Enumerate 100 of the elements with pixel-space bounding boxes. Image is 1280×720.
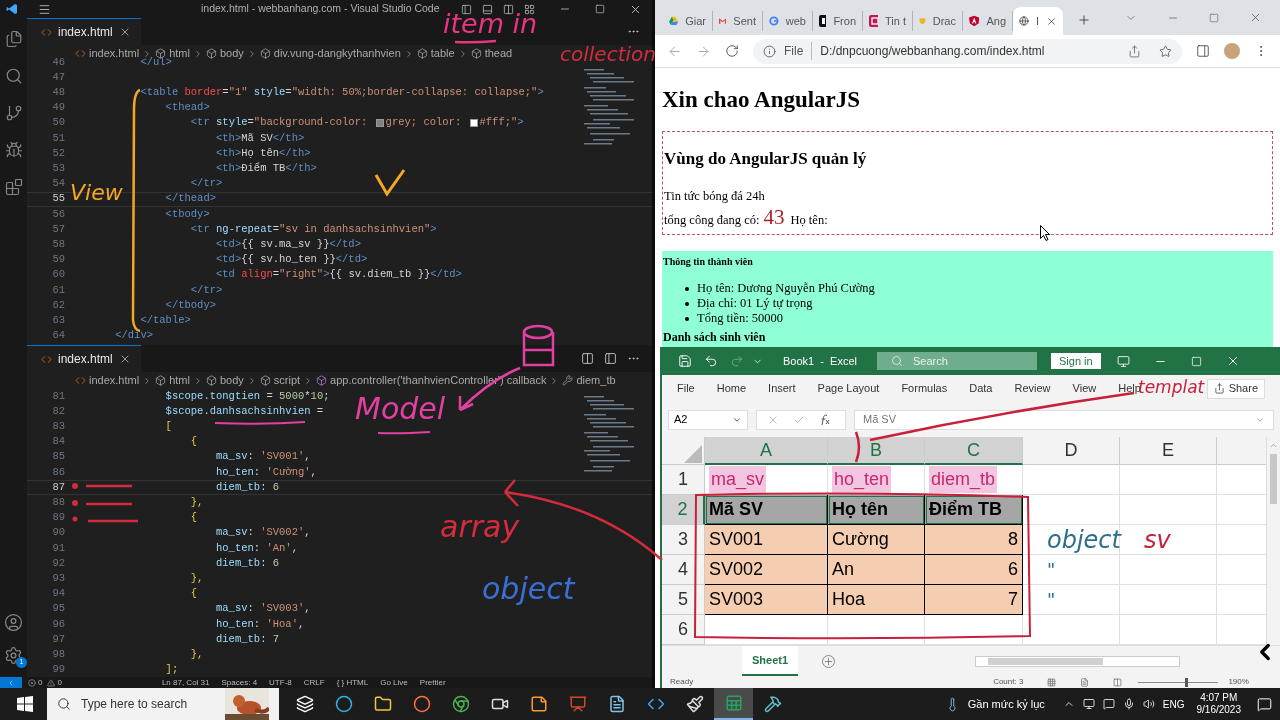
- ribbon-tab[interactable]: Review: [1014, 380, 1051, 397]
- cell[interactable]: ma_sv: [705, 465, 828, 495]
- tray-icon[interactable]: [1082, 698, 1095, 710]
- horizontal-scrollbar[interactable]: [975, 655, 1181, 667]
- weather-text[interactable]: Gần mức kỷ lục: [967, 695, 1045, 713]
- zoom-slider-thumb[interactable]: [1184, 677, 1188, 687]
- column-header[interactable]: C: [925, 437, 1023, 465]
- breadcrumb-item[interactable]: diem_tb: [576, 372, 616, 389]
- ribbon-tab[interactable]: Page Layout: [817, 380, 880, 397]
- browser-tab[interactable]: Sent: [713, 11, 763, 31]
- status-item[interactable]: UTF-8: [269, 677, 292, 688]
- editor-tab[interactable]: index.html: [27, 345, 141, 372]
- language-indicator[interactable]: ENG: [1162, 696, 1185, 712]
- formula-bar[interactable]: Mã SV: [854, 409, 1274, 430]
- browser-tab[interactable]: web: [763, 11, 813, 31]
- ribbon-tab[interactable]: Insert: [768, 380, 796, 397]
- reload-icon[interactable]: [725, 44, 739, 58]
- status-item[interactable]: Prettier: [419, 677, 446, 688]
- panel-icon[interactable]: [604, 352, 617, 365]
- breadcrumb-item[interactable]: table: [430, 45, 455, 62]
- cell[interactable]: 7: [925, 585, 1023, 615]
- undo-icon[interactable]: [704, 354, 718, 368]
- cell[interactable]: ": [1023, 555, 1120, 585]
- status-item[interactable]: Ln 87, Col 31: [161, 677, 210, 688]
- breadcrumb-item[interactable]: html: [169, 372, 190, 389]
- editor-tab[interactable]: index.html: [27, 18, 141, 45]
- cell[interactable]: [1120, 495, 1217, 525]
- cell[interactable]: SV003: [705, 585, 828, 615]
- maximize-icon[interactable]: [595, 4, 605, 14]
- ribbon-display-icon[interactable]: [1116, 354, 1130, 368]
- cell[interactable]: Điểm TB: [925, 495, 1023, 525]
- problems-button[interactable]: 0 0: [28, 677, 62, 688]
- address-bar[interactable]: File D:/dnpcuong/webbanhang.com/index.html: [753, 38, 1182, 64]
- layout-icon[interactable]: [482, 3, 493, 15]
- page-break-icon[interactable]: [1113, 677, 1123, 687]
- tray-icon[interactable]: [1102, 698, 1115, 710]
- normal-view-icon[interactable]: [1047, 677, 1057, 687]
- sheet-tab[interactable]: Sheet1: [742, 646, 799, 676]
- breadcrumb-item[interactable]: thead: [484, 45, 513, 62]
- close-icon[interactable]: [1046, 15, 1057, 27]
- layout-icon[interactable]: [503, 3, 514, 15]
- browser-tab[interactable]: Giar: [663, 11, 713, 31]
- breadcrumb-item[interactable]: index.html: [89, 45, 140, 62]
- ribbon-tab[interactable]: Home: [716, 380, 747, 397]
- volume-icon[interactable]: [1142, 698, 1155, 710]
- zoom-slider[interactable]: [1138, 677, 1219, 687]
- extensions-icon[interactable]: [4, 178, 23, 196]
- cell[interactable]: 6: [925, 555, 1023, 585]
- status-item[interactable]: CRLF: [303, 677, 325, 688]
- cell[interactable]: SV001: [705, 525, 828, 555]
- side-panel-icon[interactable]: [1196, 44, 1210, 58]
- browser-tab[interactable]: Tin t: [863, 11, 913, 31]
- color-swatch[interactable]: [469, 119, 478, 128]
- row-header[interactable]: 5: [662, 585, 705, 615]
- ribbon-tab[interactable]: View: [1072, 380, 1097, 397]
- column-header[interactable]: E: [1120, 437, 1217, 465]
- cell[interactable]: Họ tên: [828, 495, 925, 525]
- row-header[interactable]: 3: [662, 525, 705, 555]
- cell[interactable]: [1023, 465, 1120, 495]
- search-field[interactable]: Type here to search: [47, 688, 279, 720]
- sign-in-button[interactable]: Sign in: [1051, 353, 1101, 369]
- browser-tab[interactable]: Fron: [813, 11, 863, 31]
- name-box[interactable]: A2: [668, 409, 748, 430]
- page-layout-icon[interactable]: [1080, 677, 1090, 687]
- cell[interactable]: Hoa: [828, 585, 925, 615]
- breadcrumb-item[interactable]: body: [219, 372, 244, 389]
- scrollbar-thumb[interactable]: [1270, 454, 1277, 504]
- cell[interactable]: Cường: [828, 525, 925, 555]
- share-icon[interactable]: [1128, 44, 1141, 58]
- cell[interactable]: object: [1023, 525, 1120, 555]
- notifications-icon[interactable]: [1257, 696, 1272, 712]
- breadcrumb-item[interactable]: div.vung-dangkythanhvien: [273, 45, 401, 62]
- column-header[interactable]: B: [828, 437, 925, 465]
- row-header[interactable]: 1: [662, 465, 705, 495]
- cell[interactable]: SV002: [705, 555, 828, 585]
- cell[interactable]: An: [828, 555, 925, 585]
- explorer-icon[interactable]: [4, 30, 23, 48]
- menu-icon[interactable]: [38, 2, 51, 16]
- search-icon[interactable]: [4, 67, 23, 85]
- cell[interactable]: [1120, 465, 1217, 495]
- row-header[interactable]: 6: [662, 615, 705, 645]
- cell[interactable]: ": [1023, 585, 1120, 615]
- source-control-icon[interactable]: [4, 104, 23, 122]
- ribbon-tab[interactable]: Data: [969, 380, 993, 397]
- cell[interactable]: Mã SV: [705, 495, 828, 525]
- row-header[interactable]: 4: [662, 555, 705, 585]
- cell[interactable]: [1120, 555, 1217, 585]
- status-item[interactable]: Go Live: [380, 677, 408, 688]
- split-editor-icon[interactable]: [581, 352, 594, 365]
- ribbon-tab[interactable]: File: [677, 380, 695, 397]
- browser-tab[interactable]: I: [1013, 7, 1063, 35]
- browser-tab[interactable]: Drac: [913, 11, 963, 31]
- cell[interactable]: [1120, 585, 1217, 615]
- status-item[interactable]: Spaces: 4: [221, 677, 258, 688]
- start-icon[interactable]: [17, 696, 33, 712]
- breadcrumb-item[interactable]: script: [273, 372, 301, 389]
- settings-icon[interactable]: [4, 646, 23, 665]
- bug-icon[interactable]: [4, 141, 23, 159]
- breadcrumb-item[interactable]: body: [219, 45, 244, 62]
- info-icon[interactable]: [763, 44, 776, 58]
